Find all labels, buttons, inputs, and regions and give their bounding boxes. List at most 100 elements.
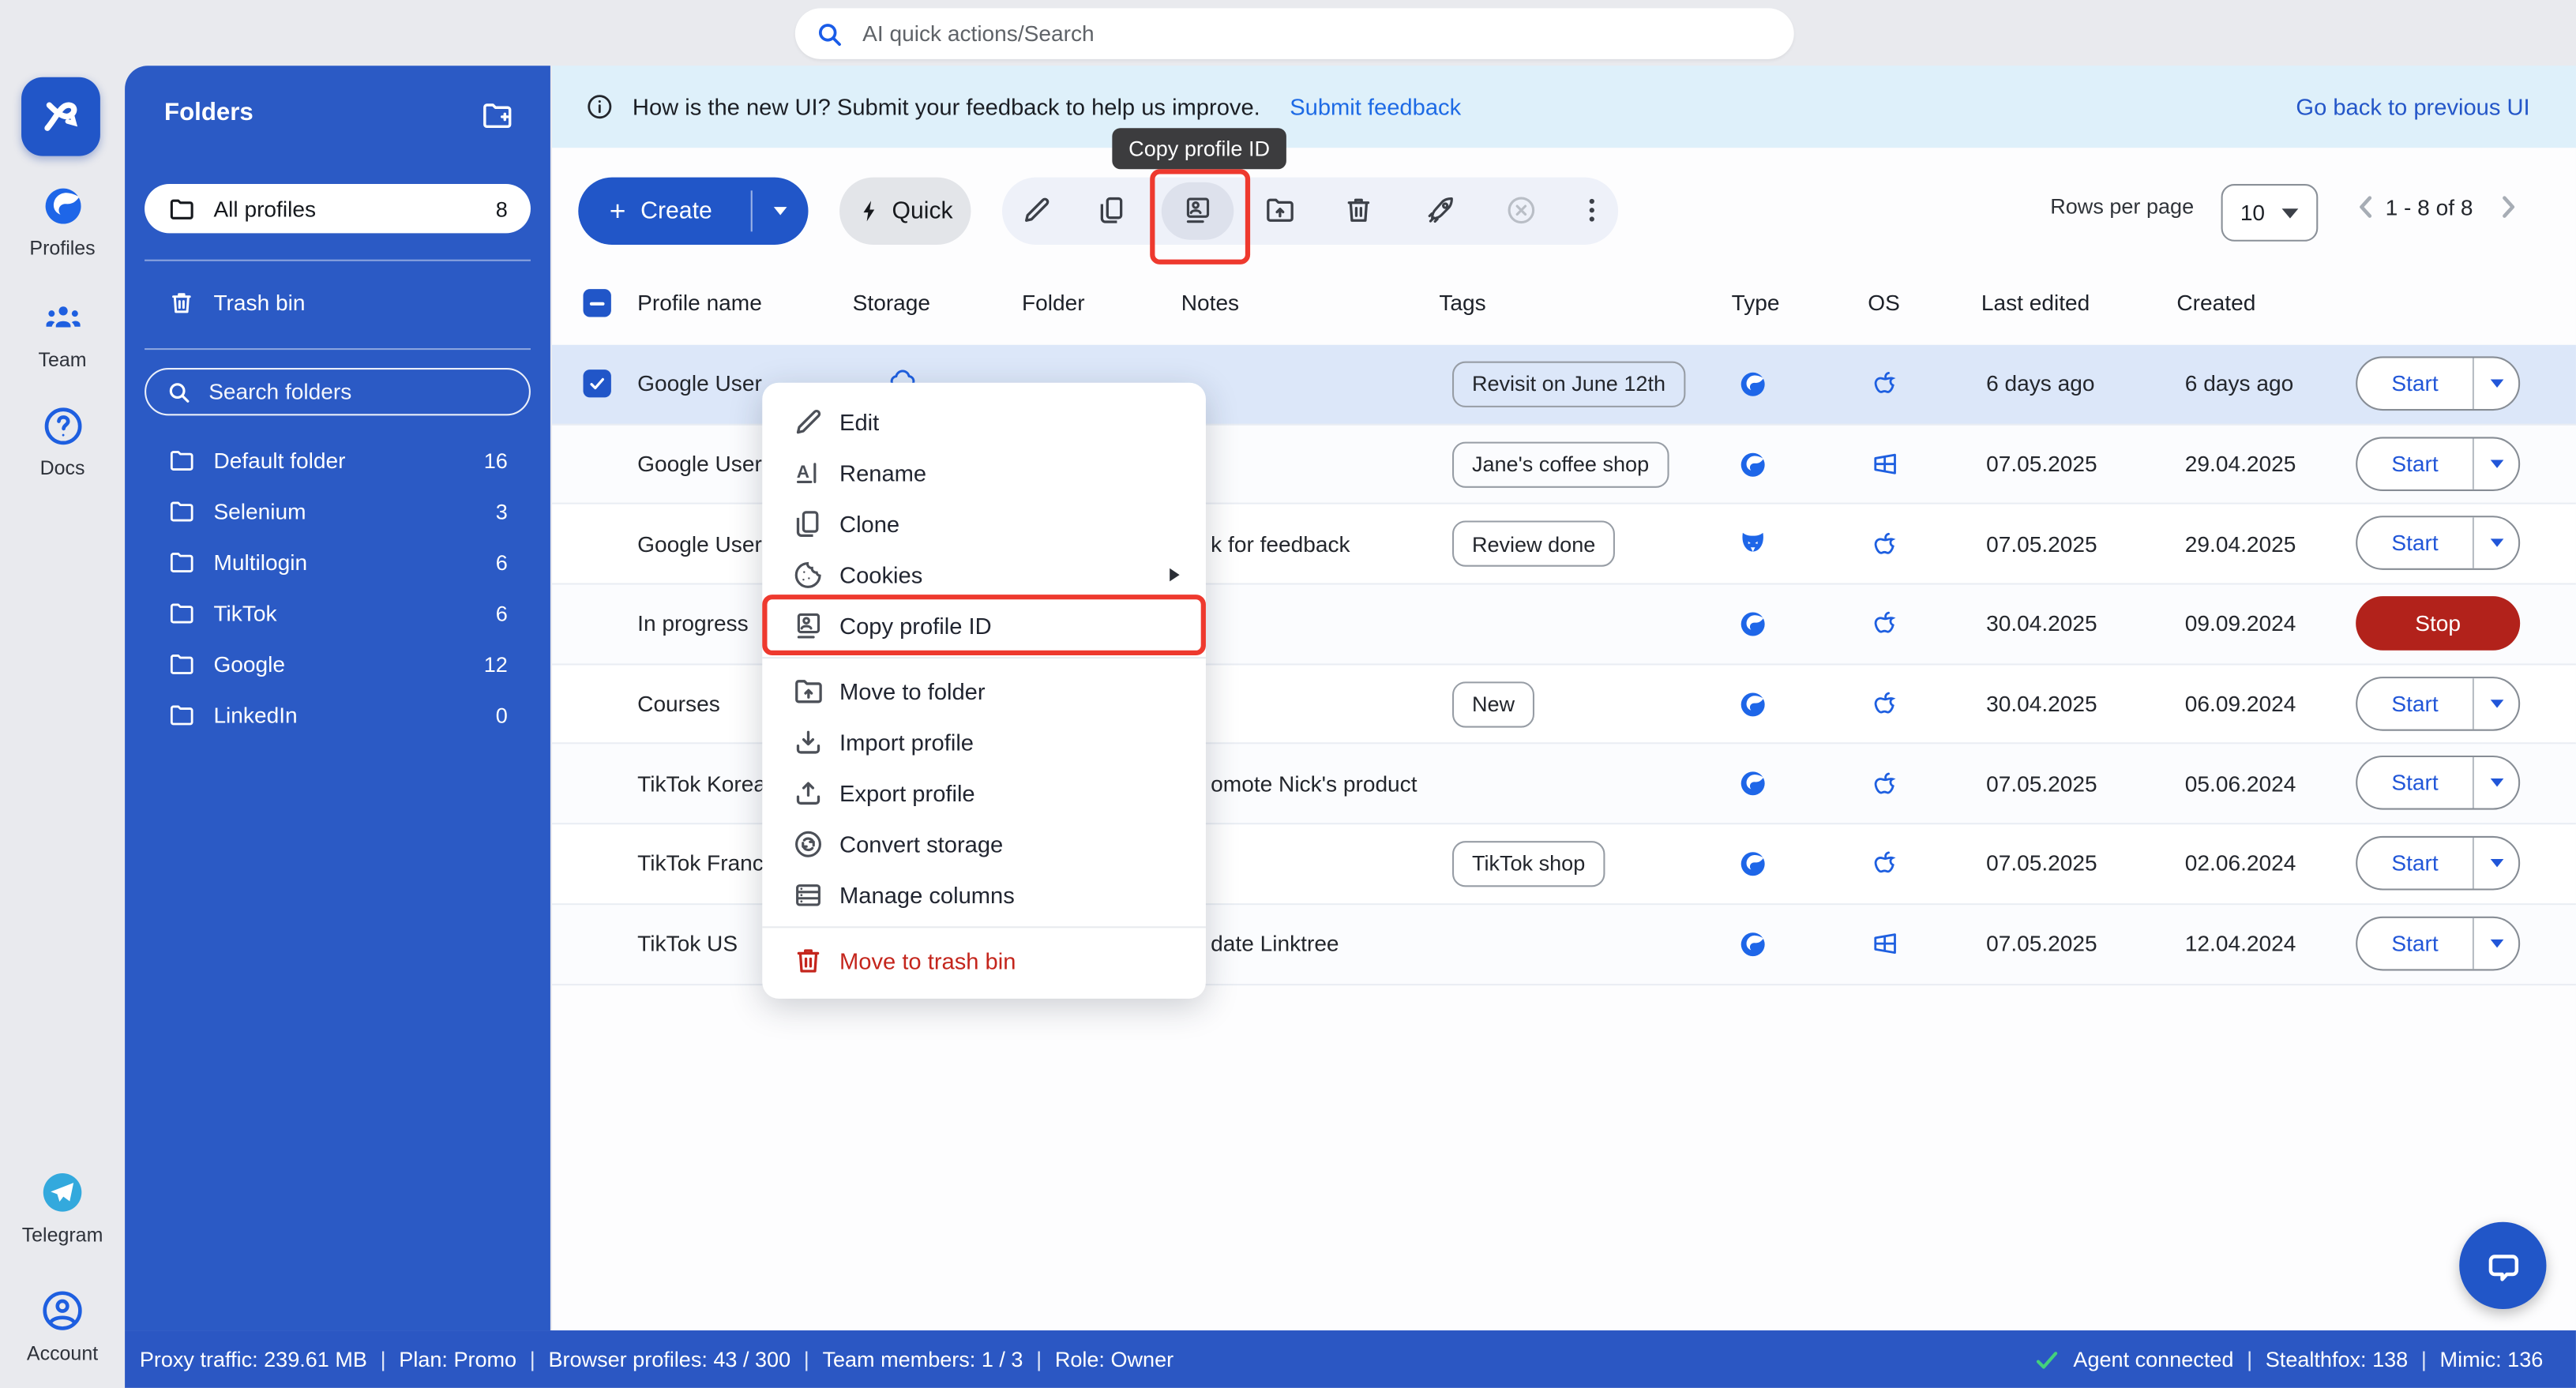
created: 12.04.2024	[2185, 905, 2296, 983]
sidebar-item-team[interactable]: Team	[0, 295, 125, 371]
rows-per-page-select[interactable]: 10	[2221, 184, 2319, 242]
profile-name[interactable]: Google User	[637, 425, 762, 503]
folder-all-profiles[interactable]: All profiles 8	[145, 184, 531, 233]
quick-button[interactable]: Quick	[839, 178, 971, 245]
menu-item-rename[interactable]: A Rename	[762, 447, 1206, 497]
menu-item-clone[interactable]: Clone	[762, 497, 1206, 548]
stop-button[interactable]: Stop	[2356, 596, 2520, 651]
rocket-icon[interactable]	[1425, 193, 1458, 227]
menu-item-copy-profile-id[interactable]: Copy profile ID	[768, 599, 1201, 650]
menu-item-export-profile[interactable]: Export profile	[762, 767, 1206, 818]
clone-icon[interactable]	[1096, 193, 1129, 227]
menu-item-move-to-folder[interactable]: Move to folder	[762, 666, 1206, 716]
start-button[interactable]: Start	[2356, 677, 2520, 731]
profile-name[interactable]: Google User	[637, 345, 762, 423]
column-header[interactable]: Created	[2176, 291, 2255, 315]
sidebar-item-docs[interactable]: Docs	[0, 404, 125, 480]
tag-pill[interactable]: Revisit on June 12th	[1452, 345, 1685, 423]
folder-item[interactable]: Google 12	[145, 640, 531, 686]
highlight-box-toolbar	[1150, 169, 1250, 264]
column-header[interactable]: Notes	[1181, 291, 1239, 315]
profile-name[interactable]: In progress	[637, 585, 749, 663]
divider	[145, 348, 531, 350]
sidebar-item-profiles[interactable]: Profiles	[0, 184, 125, 260]
caret-down-icon[interactable]	[2474, 917, 2518, 968]
profile-name[interactable]: TikTok Korea	[637, 745, 766, 823]
column-header[interactable]: OS	[1868, 291, 1900, 315]
profile-name[interactable]: Google User	[637, 505, 762, 583]
row-checkbox[interactable]	[584, 345, 611, 423]
folder-item[interactable]: Selenium 3	[145, 488, 531, 534]
folder-item[interactable]: LinkedIn 0	[145, 692, 531, 737]
folder-icon	[167, 650, 195, 677]
folder-label: Multilogin	[213, 550, 307, 574]
folder-icon	[167, 598, 195, 626]
global-search[interactable]	[795, 8, 1794, 58]
sidebar-label: Profiles	[0, 237, 125, 260]
folder-search[interactable]	[145, 368, 531, 415]
start-button[interactable]: Start	[2356, 516, 2520, 571]
tag-pill[interactable]: TikTok shop	[1452, 825, 1605, 903]
profile-name[interactable]: TikTok US	[637, 905, 738, 983]
rows-per-page-label: Rows per page	[2050, 193, 2194, 218]
caret-down-icon[interactable]	[2474, 438, 2518, 489]
add-folder-icon[interactable]	[479, 99, 514, 133]
page-previous-icon[interactable]	[2353, 190, 2380, 223]
folder-trash-bin[interactable]: Trash bin	[145, 279, 531, 325]
column-header[interactable]: Storage	[853, 291, 930, 315]
start-button[interactable]: Start	[2356, 756, 2520, 811]
create-dropdown[interactable]	[753, 207, 809, 215]
caret-down-icon[interactable]	[2474, 358, 2518, 409]
start-button[interactable]: Start	[2356, 836, 2520, 891]
sidebar-label: Docs	[0, 456, 125, 479]
column-header[interactable]: Folder	[1022, 291, 1085, 315]
folder-item[interactable]: Default folder 16	[145, 437, 531, 482]
folder-count: 6	[496, 600, 508, 625]
column-header[interactable]: Tags	[1439, 291, 1485, 315]
tag-pill[interactable]: Jane's coffee shop	[1452, 425, 1669, 503]
divider	[762, 657, 1206, 658]
kebab-menu-icon[interactable]	[1575, 193, 1609, 227]
profile-name[interactable]: TikTok France	[637, 825, 775, 903]
search-input[interactable]	[859, 20, 1774, 47]
check-icon	[2034, 1346, 2060, 1372]
caret-down-icon[interactable]	[2474, 758, 2518, 808]
select-all-checkbox[interactable]	[584, 289, 611, 317]
create-button[interactable]: + Create	[578, 178, 808, 245]
menu-item-cookies[interactable]: Cookies	[762, 549, 1206, 599]
profile-name[interactable]: Courses	[637, 665, 720, 743]
start-button[interactable]: Start	[2356, 356, 2520, 411]
menu-item-edit[interactable]: Edit	[762, 396, 1206, 446]
tag-pill[interactable]: Review done	[1452, 505, 1615, 583]
page-next-icon[interactable]	[2494, 190, 2522, 223]
sidebar-item-telegram[interactable]: Telegram	[0, 1169, 125, 1247]
sidebar-item-account[interactable]: Account	[0, 1288, 125, 1365]
menu-label: Convert storage	[839, 831, 1003, 857]
menu-item-manage-columns[interactable]: Manage columns	[762, 868, 1206, 919]
submit-feedback-link[interactable]: Submit feedback	[1290, 94, 1461, 120]
previous-ui-link[interactable]: Go back to previous UI	[2296, 94, 2529, 120]
caret-down-icon[interactable]	[2474, 678, 2518, 729]
folder-item[interactable]: TikTok 6	[145, 590, 531, 636]
caret-down-icon[interactable]	[2474, 518, 2518, 568]
column-header[interactable]: Type	[1732, 291, 1780, 315]
edit-icon[interactable]	[1020, 193, 1053, 227]
start-button[interactable]: Start	[2356, 916, 2520, 970]
folder-search-input[interactable]	[205, 377, 475, 405]
multilogin-logo[interactable]	[21, 77, 100, 156]
tag-pill[interactable]: New	[1452, 665, 1534, 743]
menu-item-convert-storage[interactable]: Convert storage	[762, 818, 1206, 868]
column-header[interactable]: Profile name	[637, 291, 762, 315]
support-chat-button[interactable]	[2459, 1222, 2546, 1309]
move-to-folder-icon[interactable]	[1264, 193, 1297, 227]
trash-icon	[792, 943, 825, 977]
trash-icon[interactable]	[1342, 193, 1376, 227]
menu-item-move-to-trash[interactable]: Move to trash bin	[762, 935, 1206, 985]
caret-down-icon[interactable]	[2474, 838, 2518, 888]
macos-icon	[1869, 745, 1901, 823]
folder-item[interactable]: Multilogin 6	[145, 538, 531, 584]
macos-icon	[1869, 665, 1901, 743]
menu-item-import-profile[interactable]: Import profile	[762, 716, 1206, 767]
column-header[interactable]: Last edited	[1981, 291, 2090, 315]
start-button[interactable]: Start	[2356, 437, 2520, 491]
